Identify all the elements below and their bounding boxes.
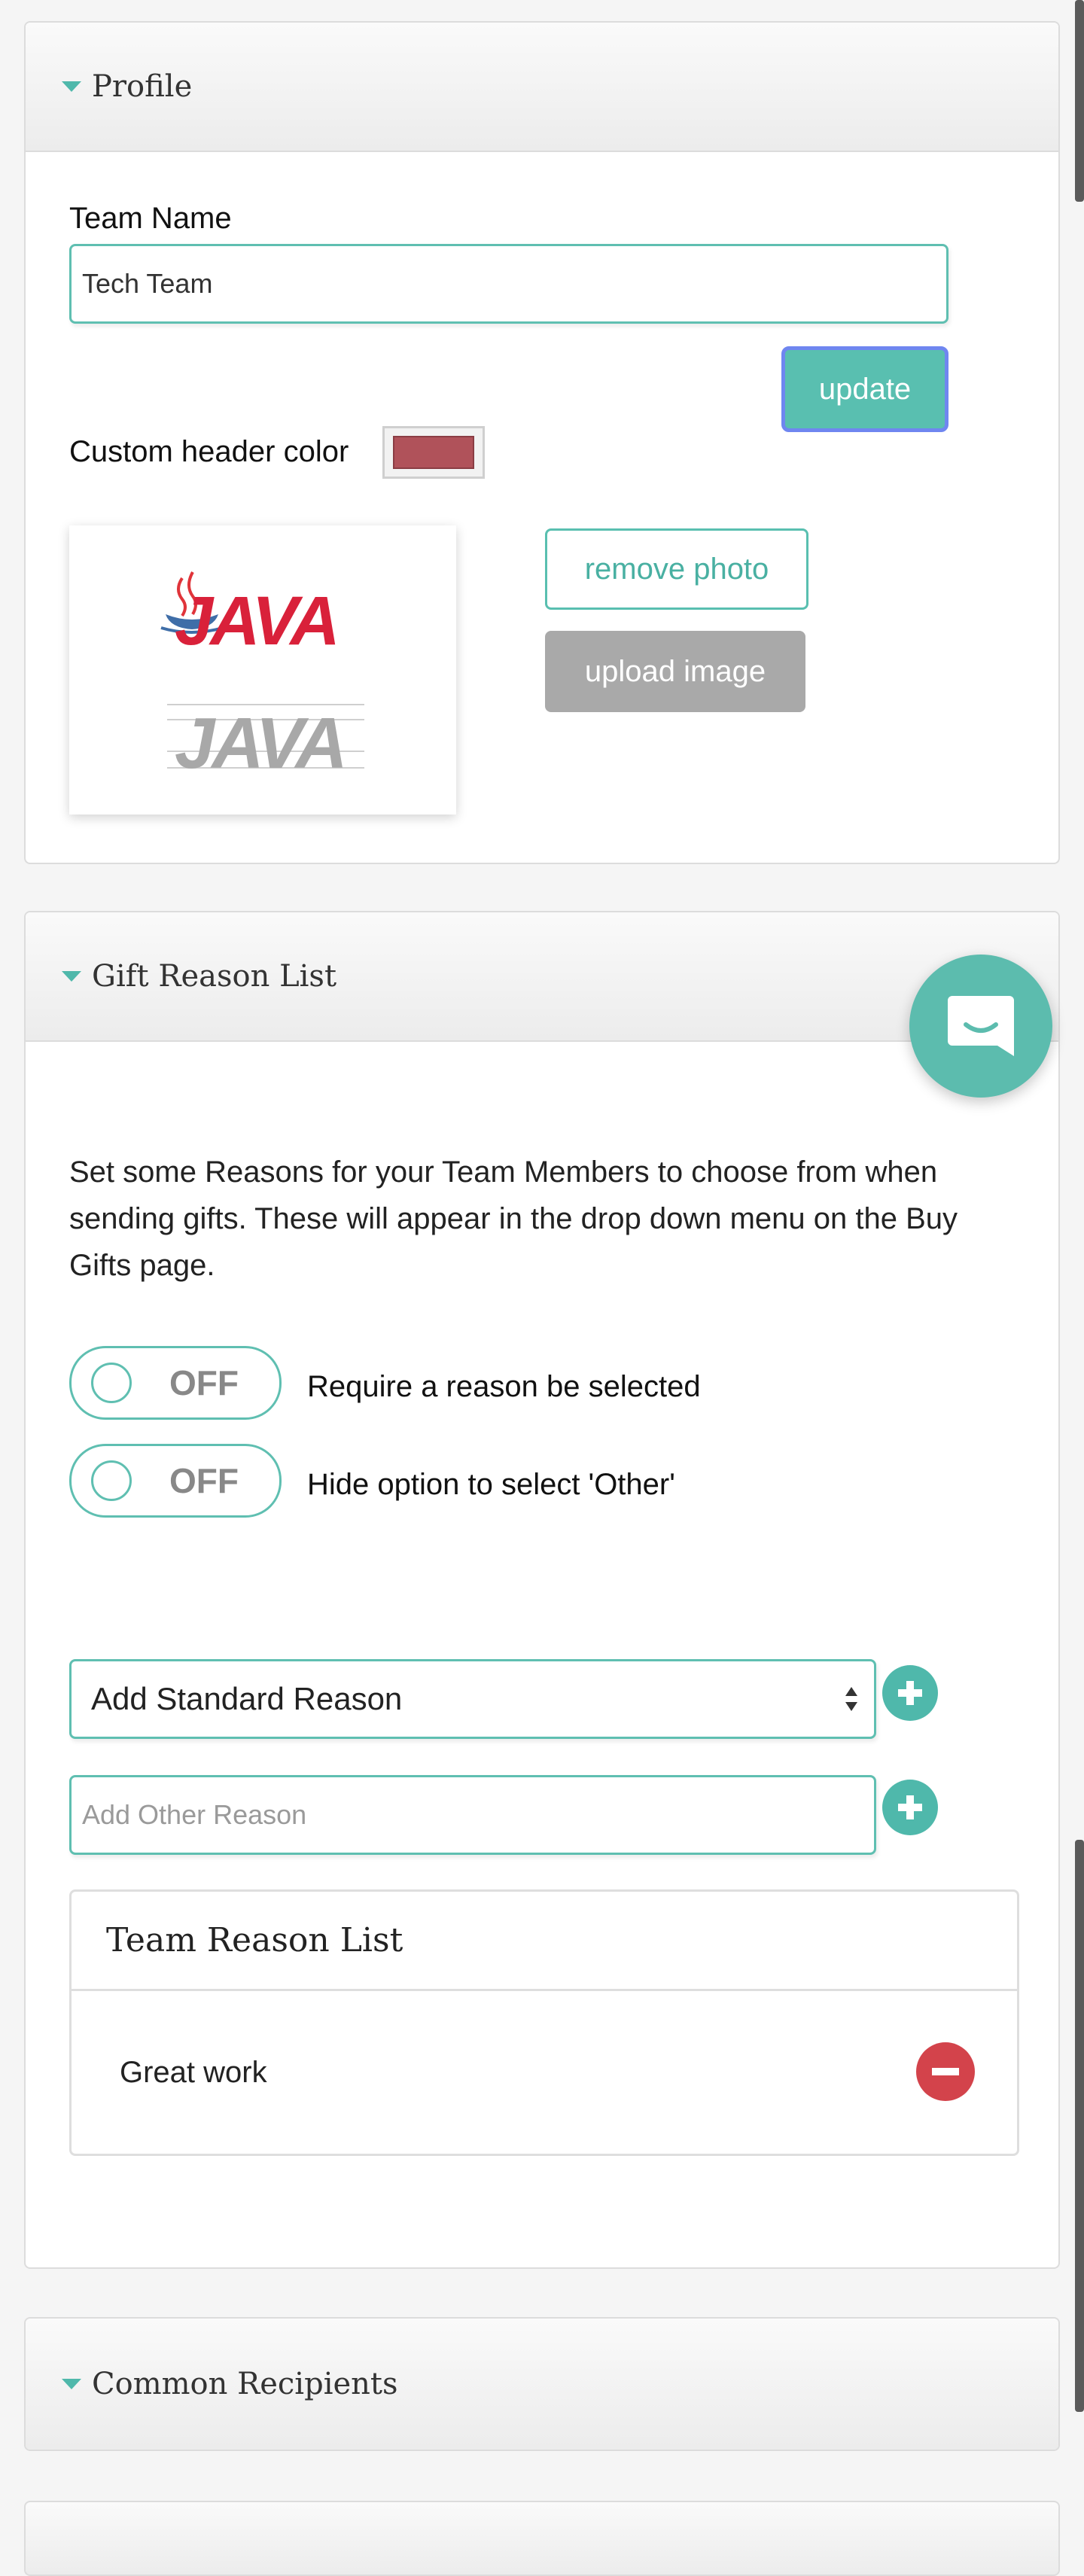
minus-circle-icon xyxy=(932,2068,959,2075)
add-standard-reason-button[interactable] xyxy=(882,1665,938,1721)
common-recipients-header[interactable]: Common Recipients xyxy=(26,2319,1058,2450)
caret-down-icon xyxy=(62,971,81,982)
next-panel xyxy=(24,2501,1060,2576)
caret-down-icon xyxy=(62,2379,81,2389)
team-reason-list: Team Reason List Great work xyxy=(69,1889,1019,2156)
standard-reason-select-value: Add Standard Reason xyxy=(91,1681,403,1716)
team-name-value: Tech Team xyxy=(82,268,213,299)
standard-reason-select[interactable]: Add Standard Reason xyxy=(69,1659,876,1739)
profile-title: Profile xyxy=(92,69,193,104)
toggle-state: OFF xyxy=(169,1461,239,1500)
gift-reason-description: Set some Reasons for your Team Members t… xyxy=(69,1156,958,1282)
chat-launcher-button[interactable] xyxy=(909,955,1052,1098)
java-logo: JAVA JAVA xyxy=(160,571,364,784)
toggle-knob xyxy=(91,1460,132,1501)
require-reason-label: Require a reason be selected xyxy=(307,1370,701,1403)
logo-text-red: JAVA xyxy=(175,583,337,659)
team-name-label: Team Name xyxy=(69,202,232,235)
toggle-state: OFF xyxy=(169,1363,239,1402)
header-color-swatch xyxy=(393,436,474,469)
common-recipients-title: Common Recipients xyxy=(92,2367,398,2401)
custom-header-color-label: Custom header color xyxy=(69,435,349,468)
header-color-picker[interactable] xyxy=(382,426,485,479)
upload-image-button[interactable]: upload image xyxy=(545,631,805,712)
gift-reason-panel: Gift Reason List Set some Reasons for yo… xyxy=(24,911,1060,2269)
other-reason-placeholder: Add Other Reason xyxy=(82,1799,307,1830)
hide-other-label: Hide option to select 'Other' xyxy=(307,1468,675,1501)
gift-reason-header[interactable]: Gift Reason List xyxy=(26,912,1058,1042)
other-reason-input[interactable]: Add Other Reason xyxy=(69,1775,876,1855)
add-other-reason-button[interactable] xyxy=(882,1780,938,1835)
caret-down-icon xyxy=(62,81,81,92)
select-arrows-icon xyxy=(845,1687,857,1711)
scrollbar-thumb[interactable] xyxy=(1075,0,1084,202)
scrollbar-thumb-lower[interactable] xyxy=(1075,1840,1084,2412)
reason-row: Great work xyxy=(72,1991,1017,2154)
chat-icon xyxy=(948,996,1014,1056)
update-button[interactable]: update xyxy=(781,346,948,432)
gift-reason-title: Gift Reason List xyxy=(92,959,337,994)
profile-panel: Profile Team Name Tech Team update Custo… xyxy=(24,21,1060,864)
profile-header[interactable]: Profile xyxy=(26,23,1058,152)
plus-circle-icon xyxy=(898,1681,922,1705)
require-reason-toggle[interactable]: OFF xyxy=(69,1346,282,1420)
reason-label: Great work xyxy=(120,2055,267,2089)
team-reason-list-title: Team Reason List xyxy=(106,1921,403,1959)
plus-circle-icon xyxy=(898,1795,922,1819)
toggle-knob xyxy=(91,1363,132,1403)
team-photo: JAVA JAVA xyxy=(69,525,456,815)
common-recipients-panel: Common Recipients xyxy=(24,2317,1060,2451)
hide-other-toggle[interactable]: OFF xyxy=(69,1444,282,1518)
logo-text-grey: JAVA xyxy=(175,703,345,784)
team-name-input[interactable]: Tech Team xyxy=(69,244,948,324)
remove-photo-button[interactable]: remove photo xyxy=(545,528,808,610)
team-reason-list-header: Team Reason List xyxy=(72,1892,1017,1991)
remove-reason-button[interactable] xyxy=(916,2042,975,2101)
